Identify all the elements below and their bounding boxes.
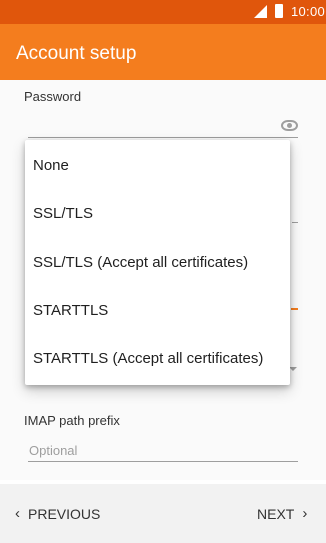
imap-prefix-input[interactable]: Optional [29, 443, 77, 458]
imap-prefix-label: IMAP path prefix [24, 413, 120, 428]
option-starttls-accept-all[interactable]: STARTTLS (Accept all certificates) [33, 339, 288, 379]
battery-icon [275, 4, 283, 18]
status-time: 10:00 [291, 4, 326, 19]
imap-prefix-underline [28, 461, 298, 462]
next-button[interactable]: NEXT › [257, 506, 307, 522]
chevron-left-icon: ‹ [15, 505, 20, 522]
option-none[interactable]: None [33, 146, 288, 186]
password-field[interactable] [28, 137, 298, 138]
password-label: Password [24, 89, 82, 104]
option-ssl-tls-accept-all[interactable]: SSL/TLS (Accept all certificates) [33, 243, 288, 283]
next-label: NEXT [257, 506, 295, 522]
option-ssl-tls[interactable]: SSL/TLS [33, 194, 288, 234]
app-bar: Account setup [0, 24, 326, 80]
chevron-right-icon: › [302, 505, 308, 522]
option-starttls[interactable]: STARTTLS [33, 291, 288, 331]
page-title: Account setup [16, 43, 137, 64]
show-password-eye-icon[interactable] [281, 120, 298, 131]
security-type-dropdown: None SSL/TLS SSL/TLS (Accept all certifi… [25, 140, 290, 385]
previous-button[interactable]: ‹ PREVIOUS [15, 506, 100, 522]
signal-icon [254, 5, 267, 18]
port-field-focused-underline [291, 308, 298, 310]
bottom-nav-bar: ‹ PREVIOUS NEXT › [0, 484, 326, 543]
status-bar: 10:00 [0, 0, 326, 24]
security-field-underline [292, 222, 298, 223]
previous-label: PREVIOUS [28, 506, 101, 522]
auth-type-chevron-down-icon[interactable] [289, 367, 297, 371]
